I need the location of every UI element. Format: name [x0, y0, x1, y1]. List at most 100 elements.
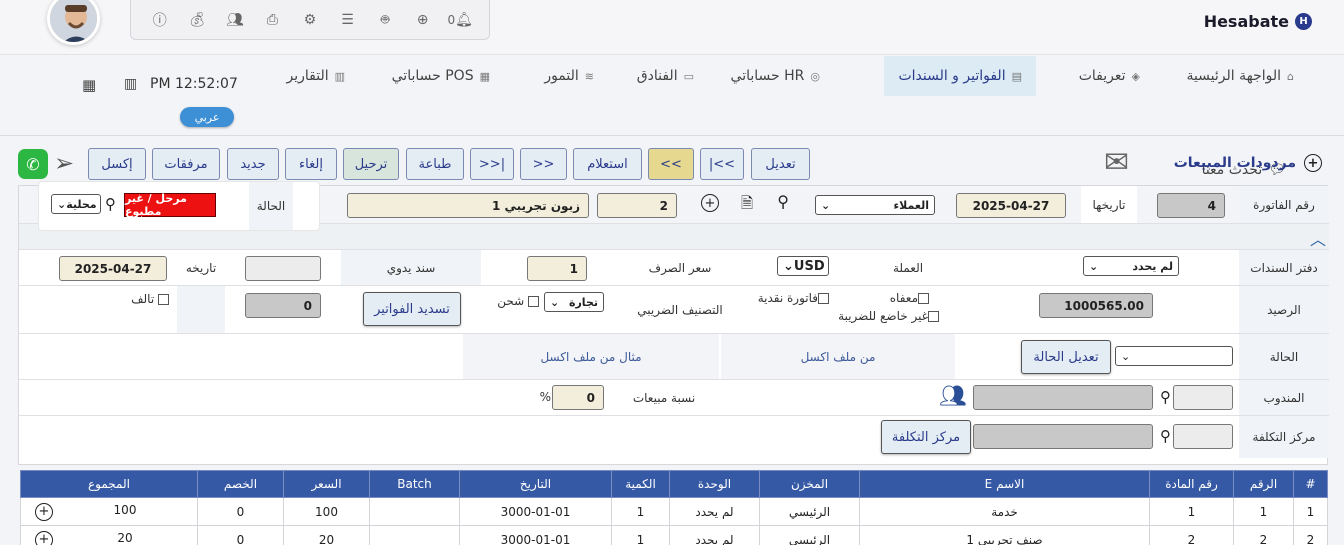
party-type-select[interactable]: ⌄ العملاء	[815, 195, 935, 215]
android-icon[interactable]: 🤖︎	[375, 10, 395, 30]
mail-icon[interactable]: ✉	[1104, 148, 1129, 178]
cost-center-code-field[interactable]	[1173, 424, 1233, 449]
gears-icon[interactable]: ⚙	[300, 10, 320, 30]
edit-state-button[interactable]: تعديل الحالة	[1021, 340, 1111, 374]
cash-invoice-label: فاتورة نقدية	[757, 291, 818, 305]
checkbox[interactable]	[158, 294, 169, 305]
scope-select[interactable]: ⌄ محلية	[51, 194, 101, 214]
nav-invoices[interactable]: الفواتير و السندات ▤	[884, 56, 1036, 96]
manual-field[interactable]	[245, 256, 321, 281]
avatar[interactable]	[47, 0, 100, 45]
rep-code-field[interactable]	[1173, 385, 1233, 410]
add-icon[interactable]: +	[1304, 154, 1322, 172]
send-icon[interactable]: ➢	[54, 149, 74, 177]
cost-center-label: مركز التكلفة	[1239, 416, 1329, 458]
excel-example-link[interactable]: مثال من ملف اكسل	[463, 334, 719, 379]
table-row[interactable]: 1 1 1 خدمة الرئيسي لم يحدد 1 3000-01-01 …	[20, 497, 1328, 526]
search-icon[interactable]: ⚲	[105, 195, 116, 213]
total-value: 20	[117, 530, 133, 545]
bell-icon[interactable]: 0 🔔︎	[447, 10, 472, 30]
print-button[interactable]: طباعة	[406, 148, 464, 180]
cell: لم يحدد	[669, 525, 760, 545]
cost-center-name-field[interactable]	[973, 424, 1153, 449]
plus-circle-icon[interactable]: ⊕	[413, 10, 433, 30]
exempt-checkbox[interactable]: معفاه	[890, 291, 929, 305]
cash-invoice-checkbox[interactable]: فاتورة نقدية	[758, 291, 829, 305]
customer-no-field[interactable]: 2	[597, 193, 677, 218]
chevron-up-icon[interactable]: ︿	[1310, 226, 1326, 250]
col-name[interactable]: الاسم E	[859, 470, 1150, 498]
nav-hotels[interactable]: الفنادق ▭	[623, 57, 708, 95]
excel-button[interactable]: إكسل	[88, 148, 146, 180]
nav-pos[interactable]: حساباتي POS ▦	[378, 57, 504, 95]
pay-invoices-button[interactable]: تسديد الفواتير	[363, 292, 461, 326]
checkbox[interactable]	[918, 293, 929, 304]
nav-dates[interactable]: التمور ≋	[530, 57, 608, 95]
checkbox[interactable]	[818, 293, 829, 304]
state-select[interactable]: ⌄	[1115, 346, 1233, 366]
invoice-no-field[interactable]: 4	[1157, 193, 1225, 218]
balance-label: الرصيد	[1239, 286, 1329, 333]
home-icon: ⌂	[1287, 69, 1294, 83]
nav-home[interactable]: الواجهة الرئيسية ⌂	[1172, 57, 1308, 95]
last-button[interactable]: >>|	[470, 148, 514, 180]
rep-name-field[interactable]	[973, 385, 1153, 410]
checkbox[interactable]	[928, 311, 939, 322]
language-button[interactable]: عربي	[180, 107, 234, 127]
voucher-book-select[interactable]: ⌄ لم يحدد	[1083, 256, 1179, 276]
table-row[interactable]: 2 2 2 صنف تجريبي 1 الرئيسي لم يحدد 1 300…	[20, 525, 1328, 545]
search-icon[interactable]: ⚲	[1160, 427, 1171, 445]
exchange-field[interactable]: 1	[527, 256, 587, 281]
customer-name-field[interactable]: زبون تجريبي 1	[347, 193, 589, 218]
nav-reports-label: التقارير	[286, 68, 329, 84]
col-e-label: E	[984, 477, 993, 491]
users-icon[interactable]: 👥︎	[225, 10, 245, 30]
checkbox[interactable]	[528, 296, 539, 307]
hotel-icon: ▭	[683, 69, 694, 83]
document-icon[interactable]: 🗎︎	[741, 193, 753, 218]
search-icon[interactable]: ⚲	[777, 192, 789, 211]
nav-hr[interactable]: حساباتي HR ◎	[717, 57, 834, 95]
add-row-icon[interactable]: +	[35, 530, 53, 545]
prev-button[interactable]: <<	[648, 148, 694, 180]
whatsapp-icon[interactable]: ✆	[18, 149, 48, 179]
nav-reports[interactable]: التقارير ▥	[272, 57, 359, 95]
edit-button[interactable]: تعديل	[751, 148, 810, 180]
chevron-down-icon: ⌄	[1121, 349, 1131, 363]
date2-field[interactable]: 2025-04-27	[59, 256, 167, 281]
paid-value-field[interactable]: 0	[245, 293, 321, 318]
cancel-button[interactable]: إلغاء	[285, 148, 337, 180]
calculator-icon[interactable]: ▦	[82, 76, 96, 94]
from-excel-link[interactable]: من ملف اكسل	[721, 334, 955, 379]
money-bag-icon[interactable]: 💰︎	[187, 10, 207, 30]
damaged-checkbox[interactable]: تالف	[131, 292, 169, 306]
tax-class-select[interactable]: ⌄ تجارة	[544, 292, 604, 312]
brand-logo[interactable]: Hesabate H	[1204, 12, 1312, 31]
search-icon[interactable]: ⚲	[1160, 388, 1171, 406]
manual-label: سند يدوي	[341, 250, 481, 285]
nav-home-label: الواجهة الرئيسية	[1186, 68, 1282, 84]
next-button[interactable]: >>	[520, 148, 567, 180]
info-icon[interactable]: ⓘ	[150, 10, 170, 30]
date-field[interactable]: 2025-04-27	[956, 193, 1066, 218]
cell-total: 100 +	[20, 497, 198, 526]
team-icon[interactable]: 👥︎	[939, 384, 967, 409]
printer-icon[interactable]: ⎙	[262, 10, 282, 30]
post-button[interactable]: ترحيل	[343, 148, 399, 180]
cost-center-button[interactable]: مركز التكلفة	[881, 420, 971, 454]
nav-definitions[interactable]: تعريفات ◈	[1065, 57, 1154, 95]
add-row-icon[interactable]: +	[35, 502, 53, 521]
currency-select[interactable]: ⌄ USD	[777, 256, 829, 276]
balance-field[interactable]: 1000565.00	[1039, 293, 1153, 318]
non-taxable-checkbox[interactable]: غير خاضع للضريبة	[838, 309, 939, 323]
query-button[interactable]: استعلام	[573, 148, 642, 180]
database-icon[interactable]: ☰	[338, 10, 358, 30]
col-name-label: الاسم	[996, 477, 1025, 491]
new-button[interactable]: جديد	[227, 148, 279, 180]
add-customer-icon[interactable]: +	[701, 194, 719, 212]
layers-icon: ◈	[1131, 69, 1140, 83]
first-button[interactable]: |<<	[700, 148, 744, 180]
shipping-checkbox[interactable]: شحن	[497, 294, 539, 308]
sales-pct-field[interactable]: 0	[552, 385, 604, 410]
attachments-button[interactable]: مرفقات	[152, 148, 220, 180]
